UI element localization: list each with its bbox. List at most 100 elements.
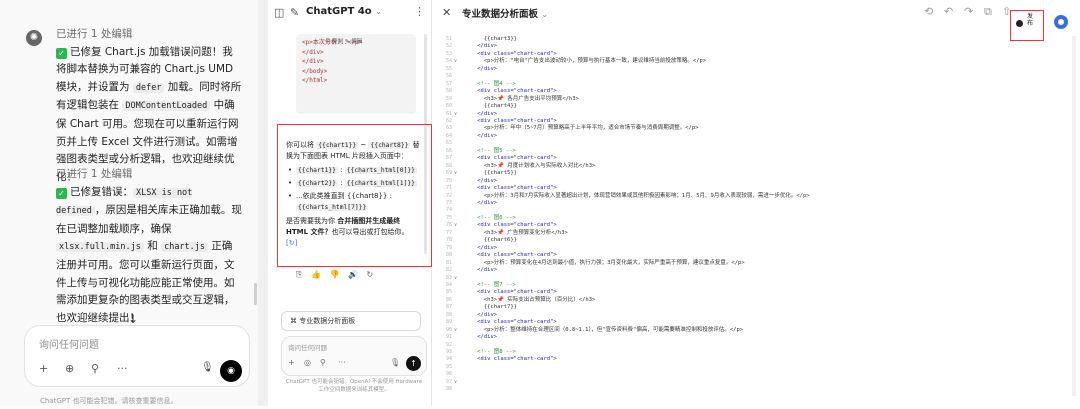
tools-icon[interactable]: ⚲	[320, 358, 326, 367]
fold-chevron-icon[interactable]: ∨	[454, 327, 462, 334]
scrollbar[interactable]	[254, 283, 257, 305]
code-line: <p>分析：预算变化在4月达到最小值，执行力强；3月变化最大，实际严重高于预算，…	[464, 259, 745, 266]
assistant-message-1: 已进行 1 处编辑 ✓ 已修复 Chart.js 加载错误问题！我将脚本替换为可兼…	[56, 26, 242, 186]
line-number: 91	[445, 334, 452, 341]
code-line: <div class="chart-card">	[464, 185, 557, 192]
fold-chevron-icon[interactable]: ∨	[454, 379, 462, 386]
line-number: 79	[445, 244, 452, 251]
voice-mode-button[interactable]: ◉	[220, 360, 242, 382]
fold-chevron-icon[interactable]: ∨	[454, 111, 462, 118]
canvas-link-button[interactable]: ⌘ 专业数据分析面板	[281, 311, 421, 331]
code-line: <!-- 图6 -->	[464, 214, 516, 221]
side-composer[interactable]: 询问任何问题 + ◎ ⚲ ··· 🎙 ↑	[281, 336, 427, 376]
edit-status[interactable]: 已进行 1 处编辑	[56, 26, 242, 44]
send-button[interactable]: ↑	[406, 356, 421, 371]
tools-icon[interactable]: ⚲	[91, 362, 99, 375]
close-icon[interactable]: ✕	[442, 6, 451, 19]
plus-icon[interactable]: +	[39, 362, 48, 375]
assistant-response: 你可以将 {{chart1}} ~ {{chart8}} 替换为下面图表 HTM…	[286, 140, 424, 249]
code-line: <div class="chart-card">	[464, 222, 557, 229]
line-number: 86	[445, 296, 452, 303]
response-text: 是否需要我为你	[286, 217, 338, 225]
code-line: </div>	[464, 311, 498, 318]
inline-code: chart.js	[161, 242, 209, 253]
chat-composer[interactable]: 询问任何问题 + ⊕ ⚲ ··· 🎙 ◉	[24, 325, 250, 387]
side-composer-input[interactable]: 询问任何问题	[288, 342, 327, 352]
mic-icon[interactable]: 🎙	[201, 362, 214, 373]
inline-code: xlsx.full.min.js	[56, 242, 144, 253]
code-line: </div>	[464, 43, 498, 50]
message-actions[interactable]: ⎘ 👍 👎 🔊 ↻	[296, 270, 376, 280]
composer-input[interactable]: 询问任何问题	[39, 336, 99, 351]
more-icon[interactable]: ···	[117, 362, 128, 375]
list-item: {{chart2}} : {{charts_html[1]}}	[286, 178, 424, 189]
model-selector[interactable]: ChatGPT 4o ⌄	[306, 6, 382, 17]
code-line: <!-- 图4 -->	[464, 80, 516, 87]
line-number: 68	[445, 162, 452, 169]
plus-icon[interactable]: +	[288, 358, 295, 367]
fold-chevron-icon[interactable]: ∨	[454, 170, 462, 177]
globe-icon[interactable]: ◎	[304, 358, 311, 367]
list-item: {{chart1}} : {{charts_html[0]}}	[286, 165, 424, 176]
account-icon[interactable]	[1054, 15, 1068, 29]
edit-status[interactable]: 已进行 1 处编辑	[56, 166, 242, 184]
line-number: 88	[445, 311, 452, 318]
undo-icon[interactable]: ↶	[944, 5, 953, 18]
assistant-avatar: ✺	[26, 30, 42, 46]
line-number: 54	[445, 58, 452, 65]
line-number: 87	[445, 304, 452, 311]
sidebar-toggle-icon[interactable]: ◫	[274, 6, 284, 19]
line-number: 82	[445, 267, 452, 274]
more-icon[interactable]: ···	[338, 358, 346, 367]
line-number: 90	[445, 326, 452, 333]
mic-icon[interactable]: 🎙	[390, 358, 400, 367]
source-link[interactable]: [↻]	[286, 238, 424, 249]
redo-icon[interactable]: ↷	[964, 5, 973, 18]
line-number: 66	[445, 147, 452, 154]
fold-chevron-icon[interactable]: ∨	[454, 58, 462, 65]
scroll-down-icon[interactable]: ↓	[128, 312, 138, 326]
code-line: {{chart6}}	[464, 237, 517, 244]
fold-chevron-icon[interactable]: ∨	[454, 222, 462, 229]
new-chat-icon[interactable]: ✎	[290, 6, 299, 19]
code-line: </div>	[464, 267, 498, 274]
scrollbar[interactable]	[1072, 36, 1076, 396]
more-options-icon[interactable]: ⋮	[414, 5, 425, 18]
globe-icon[interactable]: ⊕	[65, 362, 74, 375]
check-icon: ✓	[56, 187, 67, 199]
copy-icon[interactable]: ⧉	[984, 5, 992, 19]
window-divider	[258, 0, 268, 406]
code-line: <!-- 图7 -->	[464, 281, 516, 288]
code-line: <p>分析："电台"广告支出波动较小，预算与执行基本一致，建议维持当前投放策略。…	[464, 58, 707, 65]
fold-chevron-icon[interactable]: ∨	[454, 275, 462, 282]
code-line: <h3>📌 实际支出占预算比（百分比）</h3>	[464, 296, 596, 303]
publish-icon[interactable]	[1016, 20, 1023, 27]
code-editor[interactable]: {{chart3}} </div> <div class="chart-card…	[464, 36, 1064, 394]
fold-gutter[interactable]: ∨ ∨ ∨ ∨ ∨ ∨ ∨	[454, 36, 462, 409]
message-text: 和	[143, 240, 162, 253]
history-icon[interactable]: ⟲	[924, 5, 933, 18]
publish-button[interactable]: 发布	[1027, 13, 1035, 27]
code-popup[interactable]: ⎘ 复制 ✎ 编辑	[326, 38, 362, 48]
canvas-title-selector[interactable]: 专业数据分析面板 ⌄	[462, 6, 548, 20]
